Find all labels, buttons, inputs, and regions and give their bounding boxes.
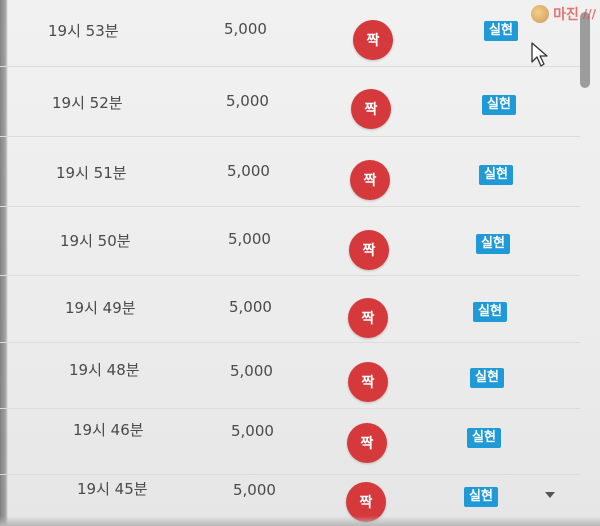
- result-badge: 짝: [348, 362, 388, 402]
- result-list[interactable]: 19시 53분 5,000 짝 실현 19시 52분 5,000 짝 실현 19…: [0, 0, 580, 526]
- row-amount: 5,000: [227, 162, 270, 180]
- list-item[interactable]: 19시 50분 5,000 짝 실현: [0, 209, 580, 276]
- list-item[interactable]: 19시 53분 5,000 짝 실현: [0, 0, 580, 67]
- result-badge: 짝: [353, 20, 393, 60]
- row-amount: 5,000: [229, 298, 272, 316]
- row-amount: 5,000: [231, 422, 274, 440]
- status-badge: 실현: [476, 234, 510, 254]
- watermark-text: 마진: [553, 7, 579, 23]
- status-badge: 실현: [482, 95, 516, 115]
- chevron-down-icon[interactable]: [545, 492, 555, 498]
- row-amount: 5,000: [224, 20, 267, 38]
- row-amount: 5,000: [226, 92, 269, 110]
- status-badge: 실현: [484, 21, 518, 41]
- status-badge: 실현: [479, 165, 513, 185]
- coin-icon: [531, 5, 550, 23]
- screen: 19시 53분 5,000 짝 실현 19시 52분 5,000 짝 실현 19…: [0, 0, 600, 526]
- status-badge: 실현: [464, 487, 498, 507]
- list-item[interactable]: 19시 51분 5,000 짝 실현: [0, 140, 580, 207]
- screen-bottom-edge: [0, 516, 600, 526]
- row-amount: 5,000: [233, 481, 276, 499]
- row-time: 19시 50분: [60, 232, 131, 250]
- row-amount: 5,000: [230, 362, 273, 380]
- result-badge: 짝: [349, 230, 389, 270]
- row-time: 19시 46분: [73, 421, 144, 439]
- result-badge: 짝: [350, 160, 390, 200]
- watermark-mark: ///: [582, 7, 596, 21]
- row-time: 19시 52분: [52, 94, 123, 112]
- row-time: 19시 51분: [56, 164, 127, 182]
- row-time: 19시 48분: [69, 361, 140, 379]
- list-item[interactable]: 19시 49분 5,000 짝 실현: [0, 276, 580, 343]
- result-badge: 짝: [348, 298, 388, 338]
- status-badge: 실현: [467, 428, 501, 448]
- row-time: 19시 45분: [77, 480, 148, 498]
- row-time: 19시 49분: [65, 299, 136, 317]
- result-badge: 짝: [351, 89, 391, 129]
- list-item[interactable]: 19시 46분 5,000 짝 실현: [0, 408, 580, 475]
- watermark: 마진 ///: [531, 4, 596, 24]
- status-badge: 실현: [473, 302, 507, 322]
- result-badge: 짝: [347, 423, 387, 463]
- mouse-pointer-icon: [531, 42, 548, 67]
- row-time: 19시 53분: [48, 22, 119, 40]
- status-badge: 실현: [470, 368, 504, 388]
- list-item[interactable]: 19시 52분 5,000 짝 실현: [0, 70, 580, 137]
- list-item[interactable]: 19시 48분 5,000 짝 실현: [0, 342, 580, 409]
- row-amount: 5,000: [228, 230, 271, 248]
